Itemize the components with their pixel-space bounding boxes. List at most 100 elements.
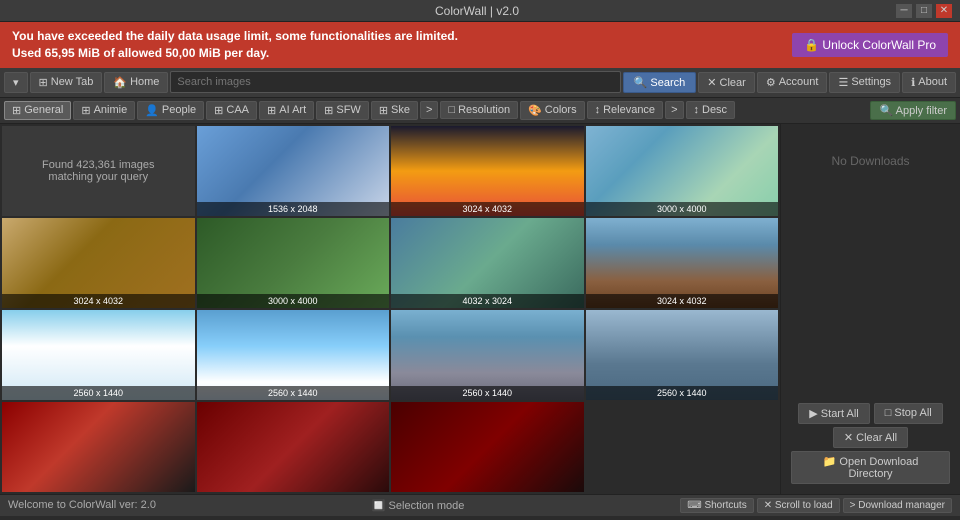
filter-ske[interactable]: ⊞ Ske xyxy=(371,101,418,120)
no-downloads-label: No Downloads xyxy=(831,154,909,168)
filter-more-button[interactable]: > xyxy=(420,101,438,119)
toolbar: ▾ ⊞ New Tab 🏠 Home 🔍 Search ✕ Clear ⚙ Ac… xyxy=(0,68,960,98)
colors-icon: 🎨 xyxy=(528,104,542,117)
dropdown-arrow-button[interactable]: ▾ xyxy=(4,72,28,93)
stop-all-button[interactable]: □ Stop All xyxy=(874,403,943,424)
clear-all-button[interactable]: ✕ Clear All xyxy=(833,427,908,448)
image-size-label: 4032 x 3024 xyxy=(391,294,584,308)
unlock-pro-button[interactable]: 🔒 Unlock ColorWall Pro xyxy=(792,33,948,57)
settings-button[interactable]: ☰ Settings xyxy=(829,72,900,93)
image-card[interactable]: 4032 x 3024 xyxy=(391,218,584,308)
download-buttons-row: ▶ Start All □ Stop All xyxy=(791,403,950,424)
open-download-directory-button[interactable]: 📁 Open Download Directory xyxy=(791,451,950,484)
status-bar: Welcome to ColorWall ver: 2.0 🔲 Selectio… xyxy=(0,494,960,516)
image-card[interactable]: 2560 x 1440 xyxy=(586,310,779,400)
image-size-label: 1536 x 2048 xyxy=(197,202,390,216)
home-button[interactable]: 🏠 Home xyxy=(104,72,168,93)
window-controls: ─ □ ✕ xyxy=(896,4,952,18)
download-manager-button[interactable]: > Download manager xyxy=(843,498,952,513)
image-card[interactable]: 3024 x 4032 xyxy=(586,218,779,308)
caa-filter-icon: ⊞ xyxy=(214,104,223,117)
maximize-button[interactable]: □ xyxy=(916,4,932,18)
about-button[interactable]: ℹ About xyxy=(902,72,956,93)
filter-relevance[interactable]: ↕ Relevance xyxy=(587,101,663,119)
filter-general[interactable]: ⊞ General xyxy=(4,101,71,120)
image-size-label: 2560 x 1440 xyxy=(2,386,195,400)
open-dir-row: 📁 Open Download Directory xyxy=(791,451,950,484)
animie-filter-icon: ⊞ xyxy=(81,104,90,117)
scroll-to-load-button[interactable]: ✕ Scroll to load xyxy=(757,498,840,513)
image-size-label: 2560 x 1440 xyxy=(391,386,584,400)
home-icon: 🏠 xyxy=(113,76,127,89)
shortcuts-button[interactable]: ⌨ Shortcuts xyxy=(680,498,753,513)
image-card[interactable] xyxy=(2,402,195,492)
clear-button[interactable]: ✕ Clear xyxy=(698,72,755,93)
new-tab-icon: ⊞ xyxy=(39,76,48,89)
image-size-label: 3024 x 4032 xyxy=(586,294,779,308)
filter-caa[interactable]: ⊞ CAA xyxy=(206,101,257,120)
apply-filter-button[interactable]: 🔍 Apply filter xyxy=(870,101,956,120)
about-icon: ℹ xyxy=(911,76,915,89)
settings-icon: ☰ xyxy=(838,76,848,89)
clear-x-icon: ✕ xyxy=(707,77,716,89)
sfw-filter-icon: ⊞ xyxy=(324,104,333,117)
start-all-button[interactable]: ▶ Start All xyxy=(798,403,869,424)
image-card[interactable] xyxy=(197,402,390,492)
image-card[interactable]: 2560 x 1440 xyxy=(197,310,390,400)
warning-text: You have exceeded the daily data usage l… xyxy=(12,28,458,62)
search-icon: 🔍 xyxy=(634,77,648,89)
status-right: ⌨ Shortcuts ✕ Scroll to load > Download … xyxy=(680,498,952,513)
filter-resolution[interactable]: □ Resolution xyxy=(440,101,518,119)
filter-ai-art[interactable]: ⊞ AI Art xyxy=(259,101,314,120)
filter-animie[interactable]: ⊞ Animie xyxy=(73,101,135,120)
image-grid-container: Found 423,361 imagesmatching your query … xyxy=(2,126,778,492)
search-input[interactable] xyxy=(170,71,620,93)
resolution-icon: □ xyxy=(448,104,455,116)
image-size-label: 2560 x 1440 xyxy=(197,386,390,400)
image-card[interactable]: 2560 x 1440 xyxy=(2,310,195,400)
selection-mode-text: 🔲 Selection mode xyxy=(372,499,465,512)
filter-colors[interactable]: 🎨 Colors xyxy=(520,101,585,120)
main-content: Found 423,361 imagesmatching your query … xyxy=(0,124,960,494)
app-title: ColorWall | v2.0 xyxy=(58,4,896,18)
close-button[interactable]: ✕ xyxy=(936,4,952,18)
image-size-label: 3000 x 4000 xyxy=(586,202,779,216)
right-panel: No Downloads ▶ Start All □ Stop All ✕ Cl… xyxy=(780,124,960,494)
filter-sfw[interactable]: ⊞ SFW xyxy=(316,101,369,120)
image-card[interactable]: 3000 x 4000 xyxy=(586,126,779,216)
download-controls: ▶ Start All □ Stop All ✕ Clear All 📁 Ope… xyxy=(791,403,950,484)
image-size-label: 3000 x 4000 xyxy=(197,294,390,308)
new-tab-button[interactable]: ⊞ New Tab xyxy=(30,72,103,93)
minimize-button[interactable]: ─ xyxy=(896,4,912,18)
image-size-label: 3024 x 4032 xyxy=(2,294,195,308)
clear-all-row: ✕ Clear All xyxy=(791,427,950,448)
search-button[interactable]: 🔍 Search xyxy=(623,72,697,93)
image-card[interactable] xyxy=(391,402,584,492)
filter-people[interactable]: 👤 People xyxy=(137,101,204,120)
account-button[interactable]: ⚙ Account xyxy=(757,72,828,93)
filter-more2-button[interactable]: > xyxy=(665,101,683,119)
welcome-text: Welcome to ColorWall ver: 2.0 xyxy=(8,499,156,511)
image-card[interactable]: 3024 x 4032 xyxy=(391,126,584,216)
filter-desc[interactable]: ↕ Desc xyxy=(686,101,736,119)
warning-banner: You have exceeded the daily data usage l… xyxy=(0,22,960,68)
apply-filter-icon: 🔍 xyxy=(879,105,893,117)
image-card[interactable]: 1536 x 2048 xyxy=(197,126,390,216)
people-filter-icon: 👤 xyxy=(145,104,159,117)
ske-filter-icon: ⊞ xyxy=(379,104,388,117)
image-grid[interactable]: Found 423,361 imagesmatching your query … xyxy=(0,124,780,494)
image-card[interactable]: 3024 x 4032 xyxy=(2,218,195,308)
image-size-label: 3024 x 4032 xyxy=(391,202,584,216)
account-icon: ⚙ xyxy=(766,76,776,89)
general-filter-icon: ⊞ xyxy=(12,104,21,117)
relevance-icon: ↕ xyxy=(595,104,601,116)
desc-icon: ↕ xyxy=(694,104,700,116)
filter-bar: ⊞ General ⊞ Animie 👤 People ⊞ CAA ⊞ AI A… xyxy=(0,98,960,124)
result-count-text: Found 423,361 imagesmatching your query xyxy=(42,159,155,183)
image-card[interactable]: 2560 x 1440 xyxy=(391,310,584,400)
ai-art-filter-icon: ⊞ xyxy=(267,104,276,117)
image-size-label: 2560 x 1440 xyxy=(586,386,779,400)
selection-mode-item: 🔲 Selection mode xyxy=(372,499,465,512)
image-card[interactable]: 3000 x 4000 xyxy=(197,218,390,308)
result-info: Found 423,361 imagesmatching your query xyxy=(2,126,195,216)
